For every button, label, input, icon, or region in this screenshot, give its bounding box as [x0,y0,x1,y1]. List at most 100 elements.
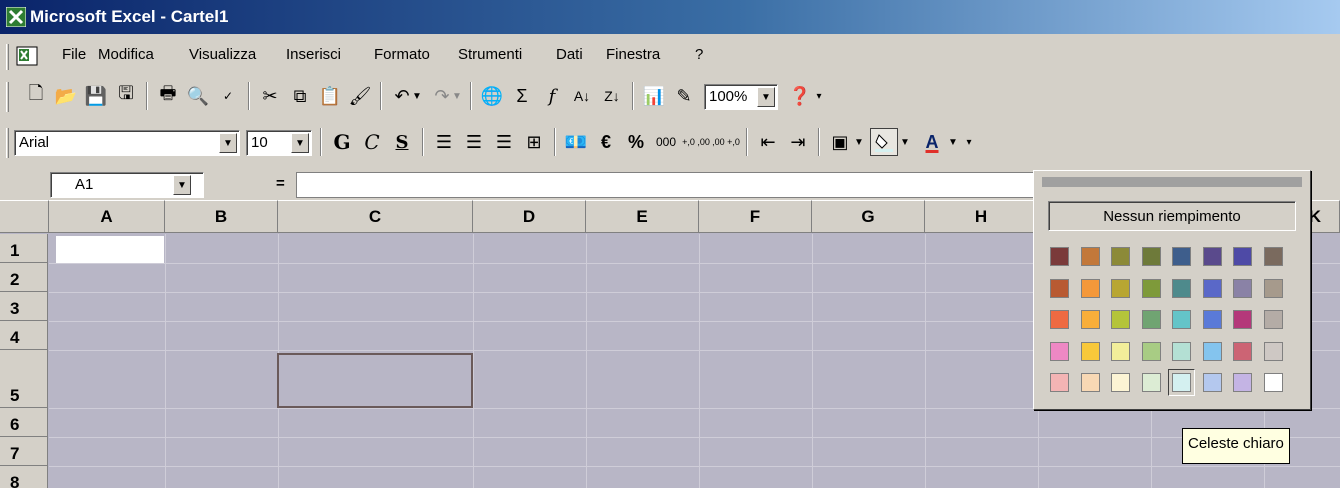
autosum-icon[interactable]: Σ [508,82,536,110]
font-color-dropdown-icon[interactable]: ▼ [946,128,960,156]
color-swatch[interactable] [1233,310,1252,329]
print-preview-icon[interactable]: 🔍 [184,82,212,110]
column-header[interactable]: E [586,200,699,233]
redo-dropdown-icon[interactable]: ▼ [450,82,464,110]
sort-ascending-icon[interactable]: A↓ [568,82,596,110]
zoom-combo[interactable]: 100% ▼ [704,84,778,110]
chevron-down-icon[interactable]: ▼ [757,87,775,107]
color-swatch[interactable] [1233,373,1252,392]
color-swatch[interactable] [1050,278,1069,298]
italic-button[interactable]: C [358,128,386,156]
currency-button[interactable]: € [592,128,620,156]
column-header[interactable]: B [165,200,278,233]
color-swatch[interactable] [1172,341,1191,361]
row-header[interactable]: 5 [0,350,48,408]
row-header[interactable]: 2 [0,263,48,292]
percent-button[interactable]: % [622,128,650,156]
column-header[interactable]: H [925,200,1038,233]
increase-decimal-button[interactable]: +,0 ,00 [682,128,710,156]
color-swatch[interactable] [1050,247,1069,266]
paste-icon[interactable]: 📋 [316,82,344,110]
borders-dropdown-icon[interactable]: ▼ [852,128,866,156]
menu-file[interactable]: File [62,46,86,63]
euro-currency-icon[interactable]: 💶 [562,128,590,156]
column-header[interactable]: F [699,200,812,233]
menu-dati[interactable]: Dati [556,46,583,63]
menu-modifica[interactable]: Modifica [98,46,154,63]
row-header[interactable]: 1 [0,234,48,263]
print-icon[interactable]: 🖶 [154,82,182,110]
color-swatch[interactable] [1141,341,1161,361]
color-swatch[interactable] [1233,247,1252,266]
font-color-icon[interactable]: A [918,128,946,156]
spelling-icon[interactable]: ✓ [214,82,242,110]
font-size-combo[interactable]: 10 ▼ [246,130,312,156]
chevron-down-icon[interactable]: ▼ [219,133,237,153]
chart-wizard-icon[interactable]: 📊 [640,82,668,110]
color-swatch[interactable] [1111,278,1130,298]
no-fill-button[interactable]: Nessun riempimento [1048,201,1296,231]
color-swatch[interactable] [1202,310,1222,329]
toolbar-grip[interactable] [6,128,9,158]
color-swatch[interactable] [1141,278,1161,298]
color-swatch[interactable] [1141,247,1161,266]
toolbar-grip[interactable] [6,82,9,112]
help-icon[interactable]: ❓ [786,82,814,110]
select-all-corner[interactable] [0,200,49,233]
color-swatch[interactable] [1080,247,1100,266]
color-swatch[interactable] [1050,373,1069,392]
row-header[interactable]: 3 [0,292,48,321]
name-box[interactable]: A1 ▼ [50,172,204,198]
color-swatch[interactable] [1263,247,1283,266]
color-swatch[interactable] [1263,278,1283,298]
color-swatch[interactable] [1202,278,1222,298]
column-header[interactable]: C [278,200,473,233]
color-swatch[interactable] [1141,310,1161,329]
color-swatch[interactable] [1080,310,1100,329]
hyperlink-icon[interactable]: 🌐 [478,82,506,110]
sort-descending-icon[interactable]: Z↓ [598,82,626,110]
bold-button[interactable]: G [328,128,356,156]
palette-drag-handle[interactable] [1042,177,1302,187]
menu-help[interactable]: ? [695,46,703,63]
fill-color-icon[interactable] [870,128,898,156]
row-header[interactable]: 6 [0,408,48,437]
color-swatch[interactable] [1172,278,1191,298]
open-icon[interactable]: 📂 [52,82,80,110]
menu-inserisci[interactable]: Inserisci [286,46,341,63]
color-swatch[interactable] [1263,310,1283,329]
merge-center-icon[interactable]: ⊞ [520,128,548,156]
color-swatch[interactable] [1141,373,1161,392]
color-swatch[interactable] [1080,341,1100,361]
color-swatch[interactable] [1263,341,1283,361]
active-cell-a1[interactable] [56,236,164,263]
color-swatch[interactable] [1050,310,1069,329]
title-bar[interactable]: Microsoft Excel - Cartel1 [0,0,1340,34]
row-header[interactable]: 4 [0,321,48,350]
thousands-button[interactable]: 000 [652,128,680,156]
workbook-icon[interactable] [16,46,38,66]
selected-cell-c5[interactable] [277,353,473,408]
color-swatch[interactable] [1111,310,1130,329]
decrease-indent-icon[interactable]: ⇤ [754,128,782,156]
color-swatch[interactable] [1111,247,1130,266]
column-header[interactable]: A [49,200,165,233]
copy-icon[interactable]: ⧉ [286,82,314,110]
color-swatch[interactable] [1233,278,1252,298]
chevron-down-icon[interactable]: ▼ [173,175,191,195]
save-as-icon[interactable]: 🖫 [112,82,140,110]
color-swatch[interactable] [1111,341,1130,361]
menu-strumenti[interactable]: Strumenti [458,46,522,63]
drawing-icon[interactable]: ✎ [670,82,698,110]
color-swatch[interactable] [1172,247,1191,266]
color-swatch[interactable] [1111,373,1130,392]
underline-button[interactable]: S [388,128,416,156]
menu-visualizza[interactable]: Visualizza [189,46,256,63]
formula-input[interactable] [296,172,1036,198]
chevron-down-icon[interactable]: ▼ [291,133,309,153]
font-name-combo[interactable]: Arial ▼ [14,130,240,156]
toolbar-options-icon[interactable]: ▾ [962,128,976,156]
toolbar-options-icon[interactable]: ▾ [812,82,826,110]
color-swatch[interactable] [1202,341,1222,361]
column-header[interactable]: G [812,200,925,233]
